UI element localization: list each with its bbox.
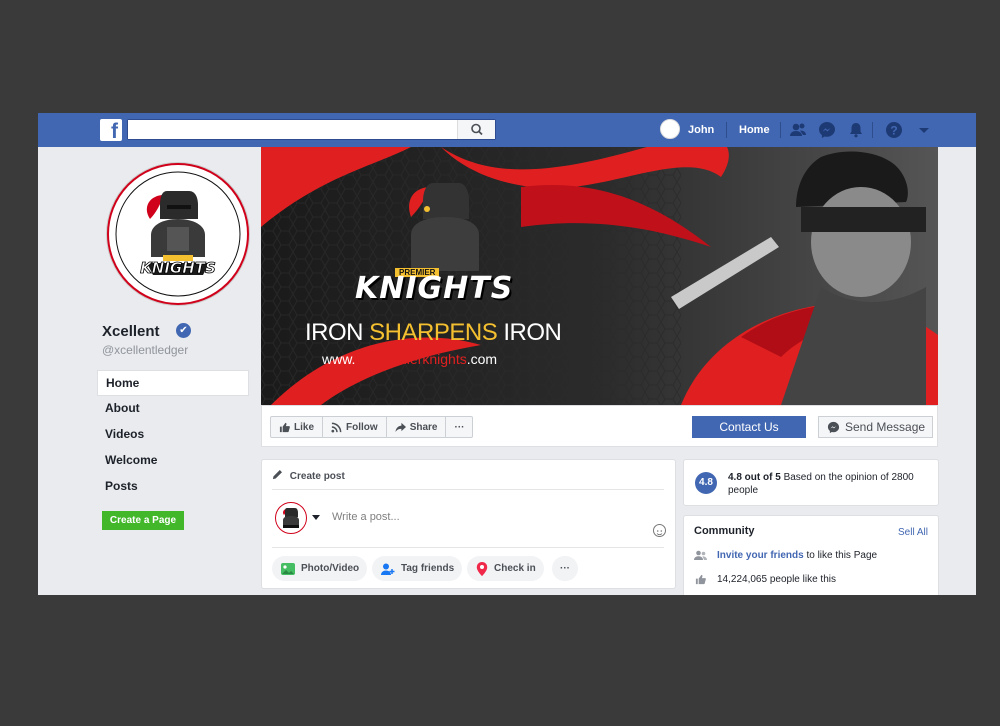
notifications-bell-icon[interactable] — [846, 120, 866, 140]
friend-requests-icon[interactable] — [788, 120, 808, 140]
rating-card: 4.8 4.8 out of 5 Based on the opinion of… — [683, 459, 939, 506]
invite-friends-link[interactable]: Invite your friends — [717, 550, 804, 561]
rating-summary: 4.8 out of 5 Based on the opinion of 280… — [728, 471, 928, 497]
nav-divider — [872, 122, 873, 138]
action-button-group: Like Follow Share ··· — [270, 416, 474, 438]
check-in-button[interactable]: Check in — [467, 556, 544, 581]
nav-divider — [780, 122, 781, 138]
more-post-options-button[interactable]: ··· — [552, 556, 578, 581]
page-handle[interactable]: @xcellentledger — [102, 343, 188, 357]
chevron-down-icon[interactable] — [312, 515, 320, 520]
menu-item-videos[interactable]: Videos — [97, 422, 249, 448]
cover-website: www.thepremierknights.com — [322, 351, 497, 367]
photo-icon — [281, 562, 295, 575]
more-dots-icon: ··· — [560, 563, 570, 574]
see-all-link[interactable]: Sell All — [898, 527, 928, 538]
share-label: Share — [409, 421, 438, 433]
send-message-label: Send Message — [845, 420, 926, 434]
page-action-bar: Like Follow Share ··· Contact Us Send Me… — [261, 405, 938, 447]
location-pin-icon — [476, 561, 488, 576]
cover-brand-main: KNIGHTS — [355, 271, 514, 306]
community-card: Community Sell All Invite your friends t… — [683, 515, 939, 595]
page-menu: Home About Videos Welcome Posts — [97, 370, 249, 500]
people-icon — [694, 550, 707, 560]
likes-count-row: 14,224,065 people like this — [694, 574, 836, 585]
create-page-button[interactable]: Create a Page — [102, 511, 184, 530]
follow-rss-icon — [331, 422, 342, 433]
knight-mascot-thumbnail — [283, 508, 299, 528]
create-post-card: Create post Photo/Video Tag friends Chec… — [261, 459, 676, 589]
more-dots-icon: ··· — [454, 421, 465, 433]
facebook-logo-icon[interactable]: f — [100, 119, 122, 141]
emoji-icon[interactable] — [653, 524, 666, 537]
follow-button[interactable]: Follow — [323, 417, 387, 437]
messenger-icon — [827, 421, 840, 434]
like-button[interactable]: Like — [271, 417, 324, 437]
smiley-face-icon — [656, 530, 663, 536]
search-button[interactable] — [457, 120, 495, 139]
tag-friends-icon — [381, 563, 395, 575]
pencil-icon — [272, 470, 282, 480]
menu-item-home[interactable]: Home — [97, 370, 249, 396]
website-suffix: .com — [466, 351, 498, 367]
search-box — [127, 119, 496, 140]
photo-video-label: Photo/Video — [301, 563, 360, 574]
follow-label: Follow — [346, 421, 378, 433]
thumbs-up-icon — [279, 422, 290, 432]
send-message-button[interactable]: Send Message — [818, 416, 933, 438]
help-icon[interactable]: ? — [884, 120, 904, 140]
rating-strong: 4.8 out of 5 — [728, 472, 781, 483]
invite-rest-text: to like this Page — [806, 550, 878, 561]
website-highlight: thepremierknights — [355, 351, 467, 367]
left-sidebar: KNIGHTS Xcellent ✔ @xcellentledger Home … — [38, 147, 260, 595]
photo-video-button[interactable]: Photo/Video — [272, 556, 368, 581]
svg-text:KNIGHTS: KNIGHTS — [140, 259, 216, 277]
user-avatar[interactable] — [660, 119, 680, 139]
menu-item-posts[interactable]: Posts — [97, 474, 249, 500]
tagline-highlight: SHARPENS — [369, 319, 498, 346]
share-arrow-icon — [395, 422, 406, 432]
svg-text:?: ? — [890, 124, 897, 138]
nav-home-link[interactable]: Home — [739, 124, 770, 136]
menu-item-about[interactable]: About — [97, 396, 249, 422]
messenger-icon[interactable] — [817, 120, 837, 140]
top-navigation-bar: f John Home ? — [38, 113, 976, 147]
community-title: Community — [694, 525, 755, 537]
tagline-part1: IRON — [305, 319, 370, 346]
knight-mascot-logo: KNIGHTS — [115, 171, 241, 297]
thumbs-up-icon — [695, 574, 706, 585]
cover-tagline: IRON SHARPENS IRON — [305, 319, 562, 347]
menu-item-welcome[interactable]: Welcome — [97, 448, 249, 474]
more-actions-button[interactable]: ··· — [446, 417, 472, 437]
page-name[interactable]: Xcellent — [102, 323, 160, 340]
tagline-part2: IRON — [497, 319, 562, 346]
website-prefix: www. — [322, 351, 356, 367]
search-icon — [471, 123, 483, 136]
create-post-title: Create post — [289, 471, 345, 482]
rating-score-badge: 4.8 — [695, 472, 717, 494]
chevron-down-icon[interactable] — [914, 120, 934, 140]
create-post-header: Create post — [272, 469, 345, 482]
check-in-label: Check in — [494, 563, 536, 574]
facebook-page-mockup: f John Home ? KNIGHTS Xcellent ✔ @xcelle… — [38, 113, 976, 595]
divider — [272, 489, 664, 490]
contact-us-button[interactable]: Contact Us — [692, 416, 806, 438]
nav-divider — [726, 122, 727, 138]
share-button[interactable]: Share — [387, 417, 447, 437]
cover-photo[interactable]: PREMIER KNIGHTS IRON SHARPENS IRON www.t… — [261, 147, 938, 405]
invite-friends-row: Invite your friends to like this Page — [694, 550, 877, 561]
nav-user-name[interactable]: John — [688, 124, 714, 136]
divider — [272, 547, 664, 548]
likes-count-text: 14,224,065 people like this — [717, 574, 836, 585]
profile-picture[interactable]: KNIGHTS — [107, 163, 249, 305]
write-post-input[interactable] — [332, 509, 632, 525]
poster-avatar[interactable] — [275, 502, 307, 534]
tag-friends-button[interactable]: Tag friends — [372, 556, 463, 581]
search-input[interactable] — [128, 120, 458, 139]
verified-badge-icon: ✔ — [176, 323, 191, 338]
like-label: Like — [294, 421, 315, 433]
tag-friends-label: Tag friends — [401, 563, 455, 574]
